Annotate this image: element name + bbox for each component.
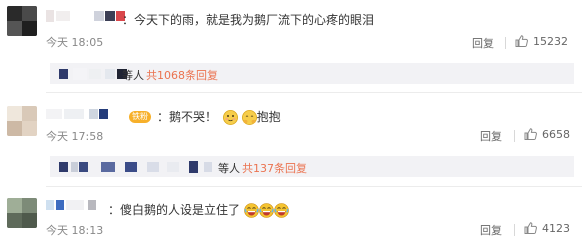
comment-text: ：今天下的雨，就是我为鹅厂流下的心疼的眼泪 bbox=[122, 13, 375, 27]
laugh-cry-emoji-icon bbox=[259, 203, 274, 218]
replier-name-redacted[interactable] bbox=[59, 161, 219, 173]
action-divider bbox=[514, 224, 515, 236]
comment-timestamp: 今天 17:58 bbox=[46, 130, 104, 143]
comment-text: ：傻白鹅的人设是立住了 bbox=[108, 201, 289, 218]
comment-timestamp: 今天 18:05 bbox=[46, 36, 104, 49]
comment-divider bbox=[46, 186, 582, 187]
like-count: 4123 bbox=[542, 222, 570, 235]
action-divider bbox=[505, 37, 506, 49]
commenter-avatar[interactable] bbox=[7, 6, 37, 36]
action-divider bbox=[514, 130, 515, 142]
like-button[interactable]: 4123 bbox=[524, 220, 576, 236]
commenter-avatar[interactable] bbox=[7, 106, 37, 136]
reply-summary-box: 等人 共1068条回复 bbox=[50, 63, 574, 84]
reply-summary-box: 等人 共137条回复 bbox=[50, 156, 574, 177]
thumb-up-icon bbox=[524, 128, 537, 140]
fan-badge-label: 铁粉 bbox=[132, 112, 148, 121]
replies-suffix: 等人 bbox=[218, 162, 240, 175]
replies-count-link[interactable]: 共1068条回复 bbox=[146, 67, 218, 83]
reply-button[interactable]: 回复 bbox=[480, 128, 502, 144]
laugh-cry-emoji-icon bbox=[244, 203, 259, 218]
laugh-cry-emoji-icon bbox=[274, 203, 289, 218]
comment-divider bbox=[46, 92, 582, 93]
thumb-up-icon bbox=[515, 35, 528, 47]
like-button[interactable]: 6658 bbox=[524, 126, 576, 142]
replier-name-redacted[interactable] bbox=[59, 68, 127, 80]
reply-button[interactable]: 回复 bbox=[480, 222, 502, 238]
blush-emoji-icon bbox=[222, 110, 238, 125]
thumb-up-icon bbox=[524, 222, 537, 234]
replies-suffix: 等人 bbox=[122, 69, 144, 82]
commenter-name-redacted[interactable] bbox=[46, 199, 106, 211]
comment-text-main: ：傻白鹅的人设是立住了 bbox=[108, 203, 241, 217]
like-count: 15232 bbox=[533, 35, 568, 48]
commenter-name-redacted[interactable] bbox=[46, 10, 125, 22]
hug-emoji-icon bbox=[241, 110, 257, 125]
like-button[interactable]: 15232 bbox=[515, 33, 575, 49]
replies-count-link[interactable]: 共137条回复 bbox=[242, 160, 307, 176]
commenter-name-redacted[interactable] bbox=[46, 108, 108, 120]
comment-text: ：鹅不哭！ 抱抱 bbox=[157, 108, 281, 125]
comment-text-main: ：鹅不哭！ bbox=[157, 110, 218, 124]
commenter-avatar[interactable] bbox=[7, 198, 37, 228]
fan-badge[interactable]: 铁粉 bbox=[129, 111, 151, 123]
emoji-label: 抱抱 bbox=[256, 110, 281, 124]
like-count: 6658 bbox=[542, 128, 570, 141]
comment-timestamp: 今天 18:13 bbox=[46, 224, 104, 237]
reply-button[interactable]: 回复 bbox=[472, 35, 494, 51]
